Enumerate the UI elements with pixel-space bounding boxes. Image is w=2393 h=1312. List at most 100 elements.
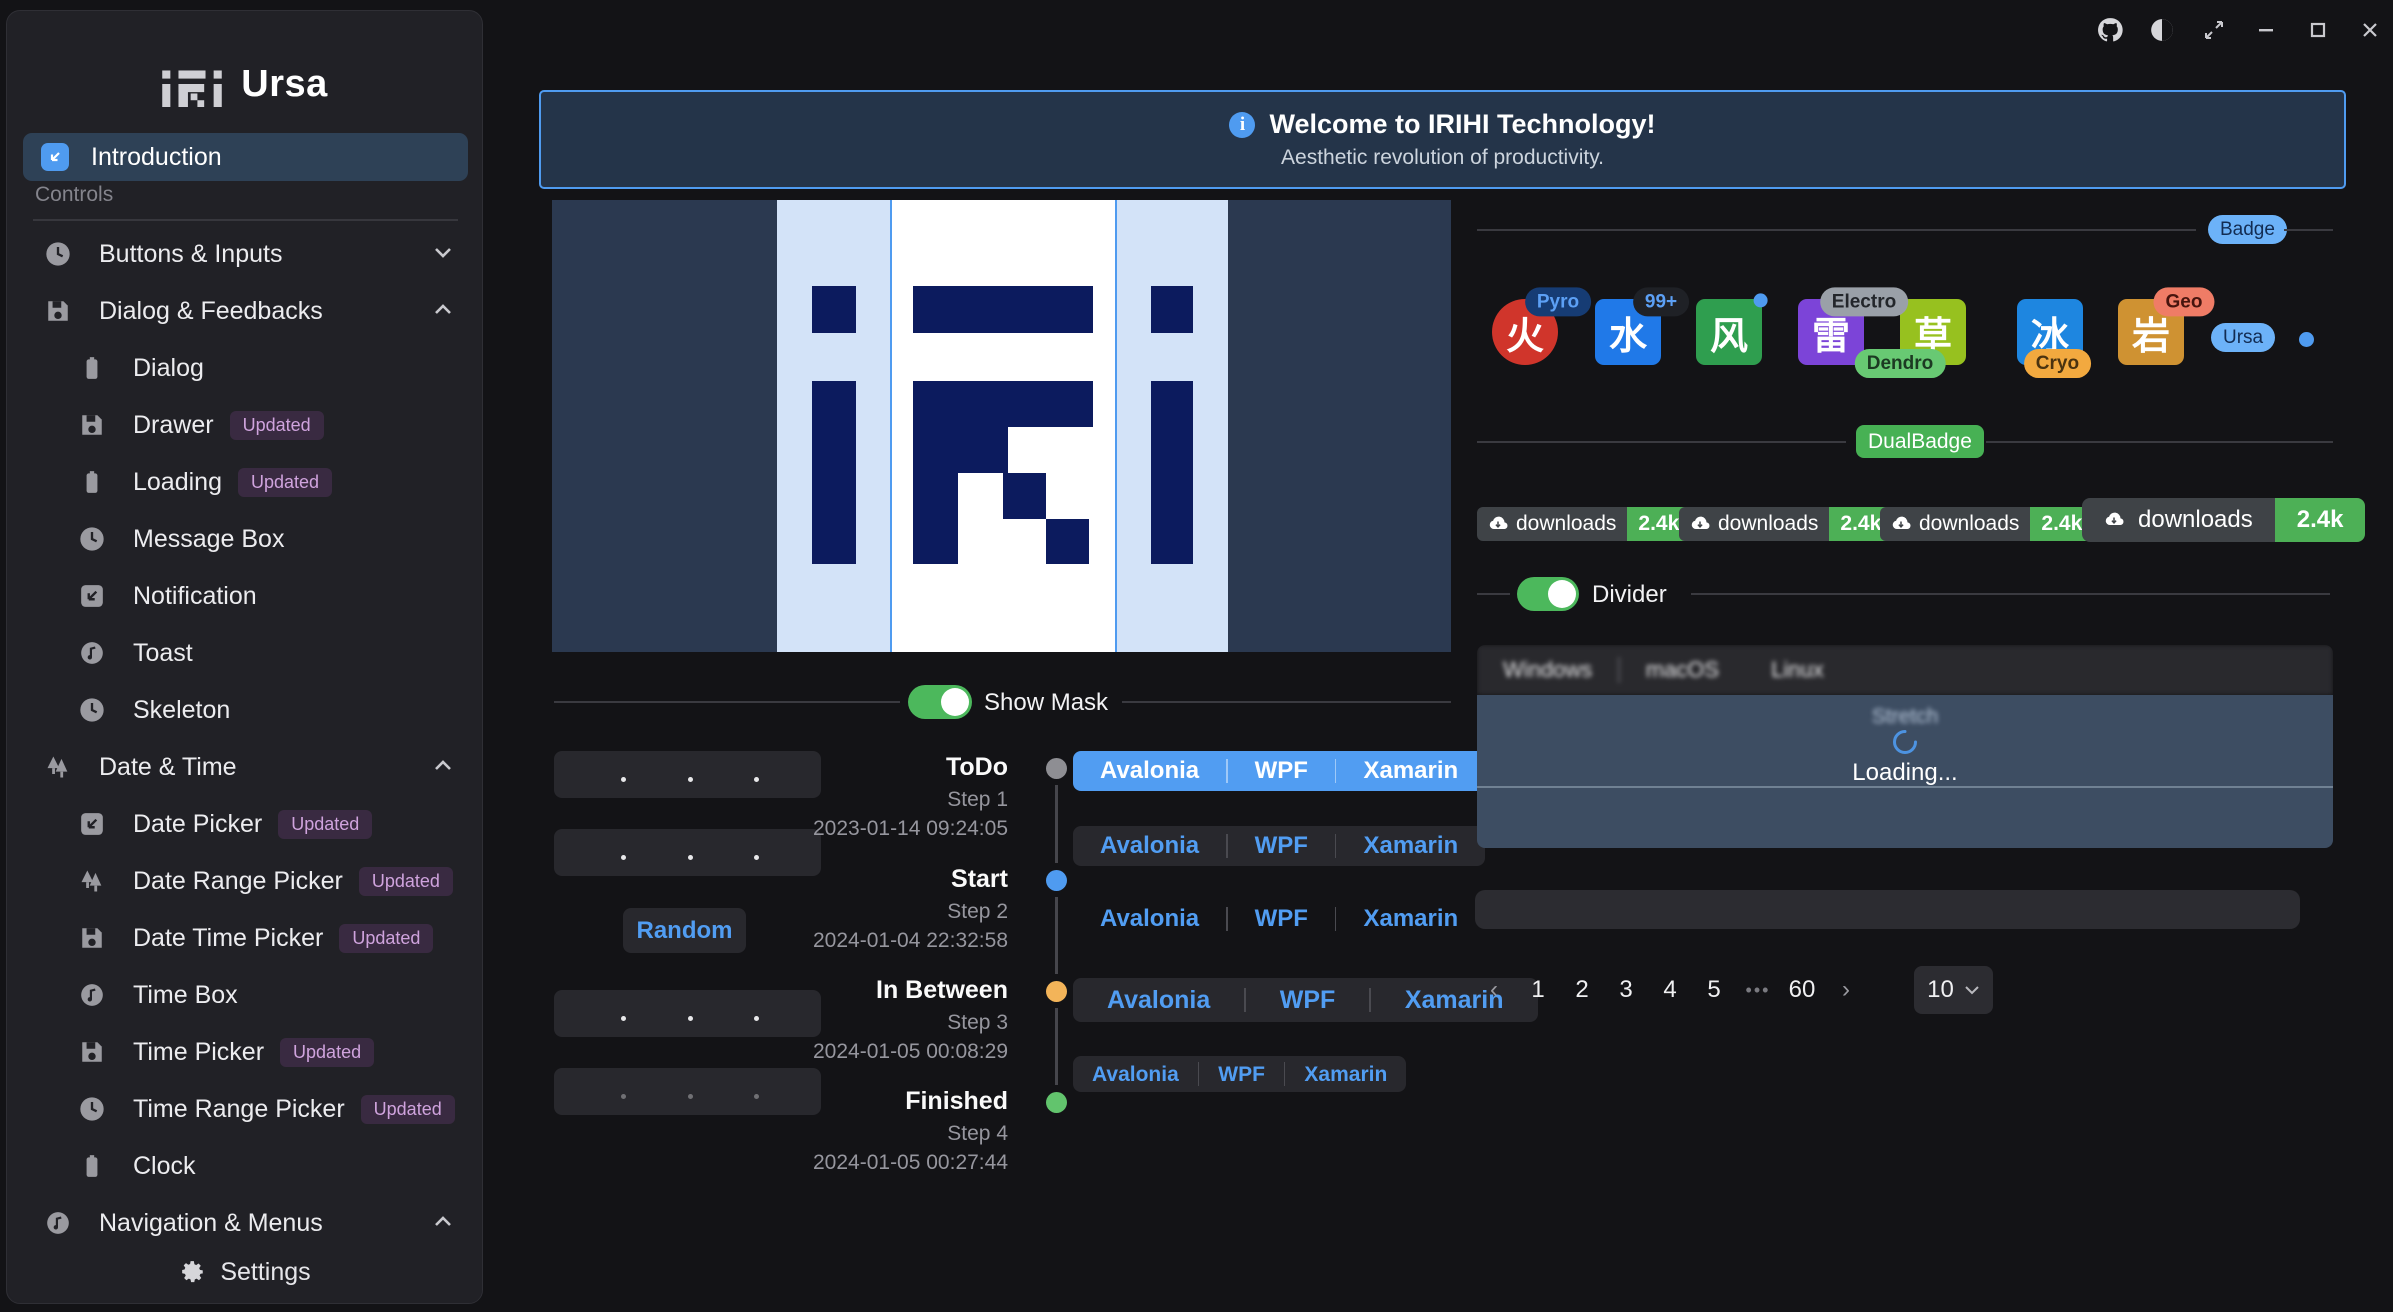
sidebar-item-date-range-picker[interactable]: Date Range PickerUpdated (7, 858, 482, 904)
avalonia-button[interactable]: Avalonia (1073, 1064, 1198, 1085)
badge-label: downloads (2082, 498, 2275, 542)
prev-page-button[interactable]: ‹ (1477, 966, 1511, 1014)
element-tile: 风 (1696, 299, 1762, 365)
battery-icon (77, 353, 107, 383)
sidebar-item-label: Time Box (133, 981, 238, 1010)
sidebar-item-label: Date & Time (99, 753, 237, 782)
page-button-2[interactable]: 2 (1565, 966, 1599, 1014)
sidebar-item-buttons-inputs[interactable]: Buttons & Inputs (7, 231, 482, 277)
avalonia-button[interactable]: Avalonia (1073, 907, 1226, 931)
step-subtitle: Step 2 (947, 900, 1008, 924)
sidebar-item-message-box[interactable]: Message Box (7, 516, 482, 562)
dual-badge-downloads: downloads2.4k (1880, 507, 2093, 541)
irihi-logo-image (552, 200, 1451, 652)
element-tile: 雷Electro (1798, 299, 1864, 365)
page-button-4[interactable]: 4 (1653, 966, 1687, 1014)
sidebar-item-introduction[interactable]: Introduction (23, 133, 468, 181)
sidebar-item-time-picker[interactable]: Time PickerUpdated (7, 1029, 482, 1075)
app-logo: Ursa (7, 61, 482, 107)
button-group-solid: AvaloniaWPFXamarin (1073, 751, 1485, 791)
xamarin-button[interactable]: Xamarin (1336, 907, 1485, 931)
avalonia-button[interactable]: Avalonia (1073, 834, 1226, 858)
sidebar-item-drawer[interactable]: DrawerUpdated (7, 402, 482, 448)
updated-badge: Updated (278, 810, 372, 839)
cloud-download-icon (1891, 514, 1911, 534)
arrow-square-icon (41, 143, 69, 171)
sidebar-item-skeleton[interactable]: Skeleton (7, 687, 482, 733)
next-page-button[interactable]: › (1829, 966, 1863, 1014)
sidebar-item-dialog[interactable]: Dialog (7, 345, 482, 391)
corner-badge: Electro (1820, 287, 1908, 316)
divider (1477, 229, 2196, 231)
wpf-button[interactable]: WPF (1228, 907, 1335, 931)
sidebar-item-time-range-picker[interactable]: Time Range PickerUpdated (7, 1086, 482, 1132)
show-mask-toggle[interactable] (908, 685, 972, 719)
divider (1691, 593, 2330, 595)
page-button-1[interactable]: 1 (1521, 966, 1555, 1014)
element-tile: 草Dendro (1900, 299, 1966, 365)
chevron-up-icon[interactable] (432, 300, 454, 320)
sidebar: Ursa Introduction Controls Buttons & Inp… (6, 10, 483, 1304)
step-dot-icon (1046, 1092, 1067, 1113)
sidebar-item-label: Dialog & Feedbacks (99, 297, 323, 326)
loading-panel: WindowsmacOSLinux Stretch Loading... (1477, 645, 2333, 848)
xamarin-button[interactable]: Xamarin (1285, 1064, 1406, 1085)
wpf-button[interactable]: WPF (1199, 1064, 1284, 1085)
sidebar-item-date-time-picker[interactable]: Date Time PickerUpdated (7, 915, 482, 961)
step-date: 2024-01-05 00:08:29 (813, 1040, 1008, 1064)
step-title: Finished (905, 1087, 1008, 1116)
app-title: Ursa (241, 63, 328, 106)
clock-icon (77, 695, 107, 725)
battery-icon (77, 1151, 107, 1181)
chevron-up-icon[interactable] (432, 756, 454, 776)
avalonia-button[interactable]: Avalonia (1073, 759, 1226, 783)
page-button-60[interactable]: 60 (1785, 966, 1819, 1014)
xamarin-button[interactable]: Xamarin (1336, 834, 1485, 858)
element-glyph: 风 (1710, 305, 1748, 360)
step-title: Start (951, 865, 1008, 894)
wpf-button[interactable]: WPF (1228, 759, 1335, 783)
chevron-up-icon[interactable] (432, 1212, 454, 1232)
dual-badge-downloads: downloads2.4k (1477, 507, 1690, 541)
button-group-borderless: AvaloniaWPFXamarin (1073, 900, 1485, 938)
step-title: ToDo (946, 753, 1008, 782)
sidebar-item-label: Time Picker (133, 1038, 264, 1067)
sidebar-item-date-time[interactable]: Date & Time (7, 744, 482, 790)
sidebar-item-date-picker[interactable]: Date PickerUpdated (7, 801, 482, 847)
page-size-select[interactable]: 10 (1914, 966, 1993, 1014)
page-button-5[interactable]: 5 (1697, 966, 1731, 1014)
sidebar-item-label: Navigation & Menus (99, 1209, 323, 1238)
sidebar-item-toast[interactable]: Toast (7, 630, 482, 676)
badge-label: downloads (1477, 507, 1627, 541)
button-group-filled-large: AvaloniaWPFXamarin (1073, 978, 1538, 1022)
chevron-down-icon[interactable] (432, 243, 454, 263)
tab-windows[interactable]: Windows (1477, 657, 1618, 683)
element-tile: 水99+ (1595, 299, 1661, 365)
sidebar-item-clock[interactable]: Clock (7, 1143, 482, 1189)
settings-button[interactable]: Settings (8, 1242, 483, 1302)
divider (1122, 701, 1451, 703)
xamarin-button[interactable]: Xamarin (1336, 759, 1485, 783)
sidebar-item-dialog-feedbacks[interactable]: Dialog & Feedbacks (7, 288, 482, 334)
step-subtitle: Step 3 (947, 1011, 1008, 1035)
close-icon[interactable] (2355, 15, 2385, 45)
avalonia-button[interactable]: Avalonia (1073, 988, 1244, 1013)
sidebar-item-time-box[interactable]: Time Box (7, 972, 482, 1018)
sidebar-item-navigation-menus[interactable]: Navigation & Menus (7, 1200, 482, 1246)
wpf-button[interactable]: WPF (1228, 834, 1335, 858)
stretch-label: Stretch (1477, 705, 2333, 729)
divider-toggle[interactable] (1517, 577, 1579, 611)
page-button-3[interactable]: 3 (1609, 966, 1643, 1014)
sidebar-item-notification[interactable]: Notification (7, 573, 482, 619)
show-mask-label: Show Mask (984, 689, 1108, 717)
sidebar-item-label: Drawer (133, 411, 214, 440)
floppy-icon (77, 1037, 107, 1067)
wpf-button[interactable]: WPF (1246, 988, 1370, 1013)
sidebar-item-label: Date Range Picker (133, 867, 343, 896)
sidebar-item-loading[interactable]: LoadingUpdated (7, 459, 482, 505)
sidebar-menu: Buttons & Inputs Dialog & Feedbacks Dialog… (7, 231, 482, 1303)
tab-macos[interactable]: macOS (1620, 657, 1745, 683)
sidebar-item-label: Toast (133, 639, 193, 668)
tab-linux[interactable]: Linux (1745, 657, 1850, 683)
settings-label: Settings (220, 1258, 310, 1287)
